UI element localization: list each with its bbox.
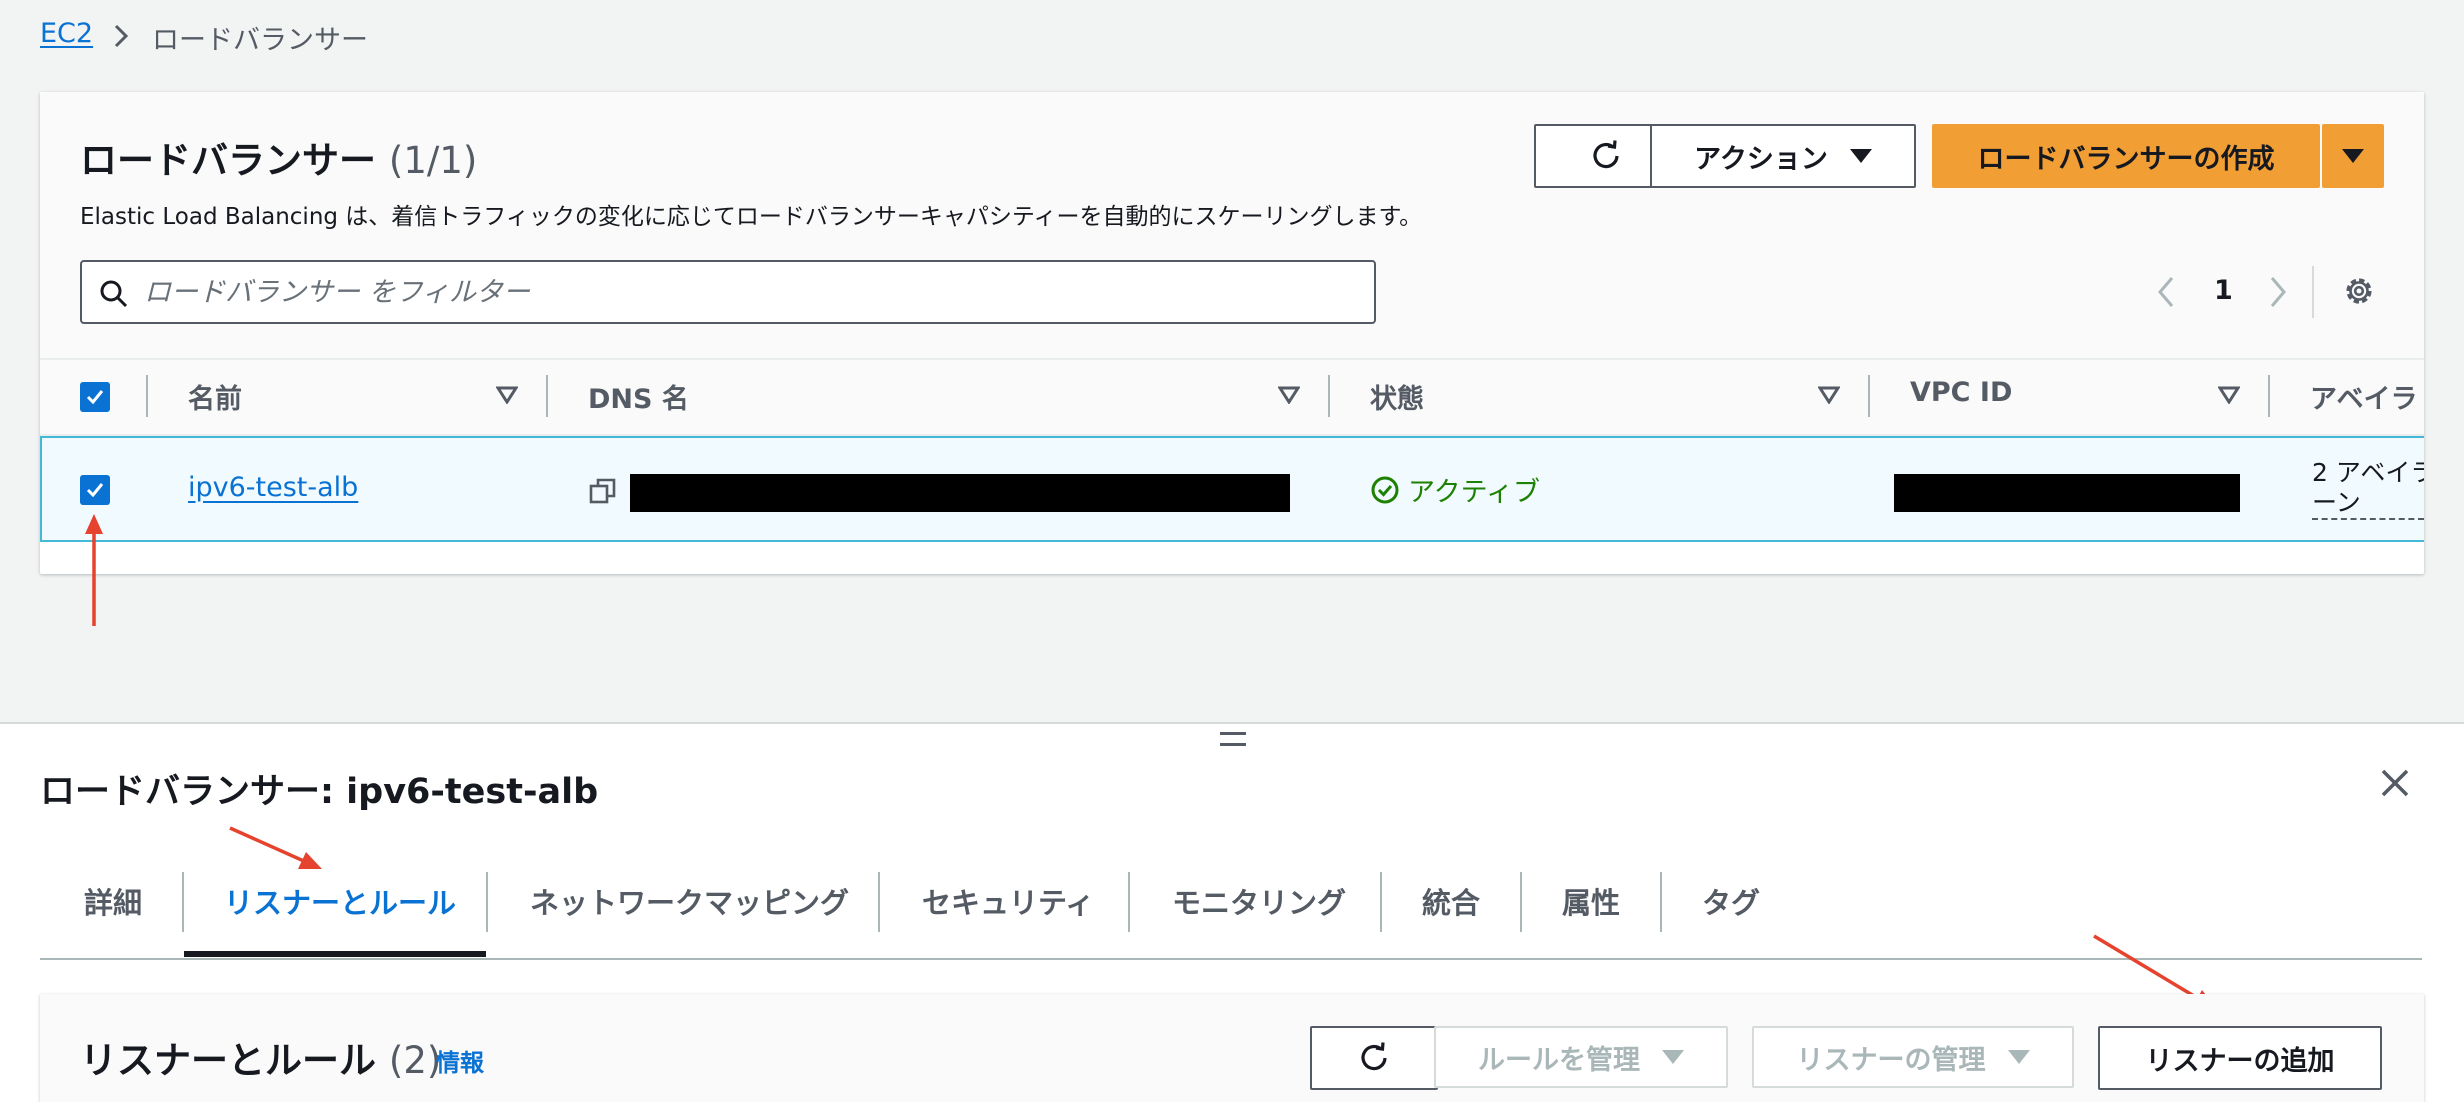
manage-rules-label: ルールを管理 bbox=[1478, 1044, 1640, 1076]
listeners-title-text: リスナーとルール bbox=[80, 1039, 376, 1082]
column-header-vpc-id[interactable]: VPC ID bbox=[1910, 377, 2012, 408]
filter-input[interactable] bbox=[144, 270, 1344, 314]
close-icon[interactable] bbox=[2378, 766, 2412, 800]
filter-box bbox=[80, 260, 1376, 324]
az-line-2: ーン bbox=[2312, 488, 2424, 520]
page-title: ロードバランサー (1/1) bbox=[80, 130, 477, 184]
listeners-count: (2) bbox=[388, 1039, 442, 1082]
column-divider[interactable] bbox=[2268, 375, 2270, 417]
info-link[interactable]: 情報 bbox=[436, 1043, 484, 1078]
create-load-balancer-dropdown[interactable] bbox=[2322, 124, 2384, 188]
listeners-section-title: リスナーとルール (2) bbox=[80, 1030, 441, 1084]
breadcrumb-current: ロードバランサー bbox=[152, 25, 368, 56]
status-check-icon bbox=[1371, 476, 1399, 503]
page-title-text: ロードバランサー bbox=[80, 139, 376, 182]
actions-button[interactable]: アクション bbox=[1650, 124, 1916, 188]
copy-icon[interactable] bbox=[588, 476, 618, 506]
vpc-id-redacted bbox=[1894, 474, 2240, 512]
table-header-row bbox=[40, 358, 2424, 436]
manage-listeners-button[interactable]: リスナーの管理 bbox=[1752, 1026, 2074, 1088]
sort-icon[interactable] bbox=[496, 386, 518, 404]
tab-network-mapping[interactable]: ネットワークマッピング bbox=[530, 880, 849, 922]
chevron-right-icon[interactable] bbox=[2262, 272, 2292, 312]
status-text: アクティブ bbox=[1408, 477, 1541, 508]
split-panel-title: ロードバランサー: ipv6-test-alb bbox=[40, 772, 599, 812]
manage-listeners-label: リスナーの管理 bbox=[1796, 1044, 1986, 1076]
settings-icon[interactable] bbox=[2340, 272, 2378, 310]
tab-divider bbox=[1660, 872, 1662, 932]
column-divider[interactable] bbox=[1868, 375, 1870, 417]
tab-monitoring[interactable]: モニタリング bbox=[1172, 880, 1346, 922]
column-header-name[interactable]: 名前 bbox=[188, 377, 242, 416]
create-load-balancer-button[interactable]: ロードバランサーの作成 bbox=[1932, 124, 2320, 188]
tabs-underline bbox=[40, 958, 2422, 960]
tab-divider bbox=[1380, 872, 1382, 932]
select-all-checkbox[interactable] bbox=[80, 382, 110, 412]
tab-security[interactable]: セキュリティ bbox=[922, 880, 1094, 922]
tab-details[interactable]: 詳細 bbox=[84, 880, 142, 922]
column-header-status[interactable]: 状態 bbox=[1370, 377, 1424, 416]
column-header-az[interactable]: アベイラ bbox=[2310, 377, 2424, 416]
page-title-count: (1/1) bbox=[388, 139, 478, 182]
dns-name-redacted bbox=[630, 474, 1290, 512]
search-icon bbox=[100, 280, 128, 308]
tab-divider bbox=[486, 872, 488, 932]
sort-icon[interactable] bbox=[2218, 386, 2240, 404]
tab-divider bbox=[182, 872, 184, 932]
add-listener-button[interactable]: リスナーの追加 bbox=[2098, 1026, 2382, 1090]
column-header-dns[interactable]: DNS 名 bbox=[588, 377, 689, 416]
tab-divider bbox=[1520, 872, 1522, 932]
page-number[interactable]: 1 bbox=[2214, 275, 2233, 306]
column-divider bbox=[146, 375, 148, 417]
listeners-refresh-button[interactable] bbox=[1310, 1026, 1438, 1090]
load-balancer-name-link[interactable]: ipv6-test-alb bbox=[188, 472, 358, 503]
page-description: Elastic Load Balancing は、着信トラフィックの変化に応じて… bbox=[80, 204, 1423, 230]
refresh-icon bbox=[1361, 1042, 1387, 1071]
az-line-1: 2 アベイラ bbox=[2312, 458, 2424, 487]
tab-listeners-rules[interactable]: リスナーとルール bbox=[224, 880, 456, 922]
row-checkbox[interactable] bbox=[80, 475, 110, 505]
check-icon bbox=[86, 390, 104, 405]
create-load-balancer-label: ロードバランサーの作成 bbox=[1977, 143, 2275, 175]
pager-divider bbox=[2312, 266, 2314, 318]
caret-down-icon bbox=[1849, 149, 1872, 163]
sort-icon[interactable] bbox=[1278, 386, 1300, 404]
check-icon bbox=[86, 483, 104, 498]
breadcrumb-ec2-link[interactable]: EC2 bbox=[40, 18, 93, 49]
actions-button-label: アクション bbox=[1694, 143, 1828, 175]
chevron-right-icon bbox=[114, 24, 129, 48]
active-tab-indicator bbox=[184, 951, 486, 957]
column-divider[interactable] bbox=[546, 375, 548, 417]
add-listener-label: リスナーの追加 bbox=[2145, 1045, 2335, 1077]
tab-integrations[interactable]: 統合 bbox=[1422, 880, 1480, 922]
status-badge: アクティブ bbox=[1370, 470, 1540, 509]
refresh-icon bbox=[1593, 140, 1619, 169]
drag-handle-icon[interactable] bbox=[1220, 732, 1246, 746]
tab-tags[interactable]: タグ bbox=[1702, 880, 1760, 922]
caret-down-icon bbox=[1662, 1050, 1684, 1064]
tab-divider bbox=[878, 872, 880, 932]
sort-icon[interactable] bbox=[1818, 386, 1840, 404]
tab-divider bbox=[1128, 872, 1130, 932]
chevron-left-icon[interactable] bbox=[2152, 272, 2182, 312]
caret-down-icon bbox=[2342, 149, 2364, 163]
column-divider[interactable] bbox=[1328, 375, 1330, 417]
manage-rules-button[interactable]: ルールを管理 bbox=[1434, 1026, 1728, 1088]
tab-attributes[interactable]: 属性 bbox=[1562, 880, 1620, 922]
caret-down-icon bbox=[2007, 1050, 2030, 1064]
availability-zones-cell[interactable]: 2 アベイラ ーン bbox=[2312, 458, 2424, 520]
